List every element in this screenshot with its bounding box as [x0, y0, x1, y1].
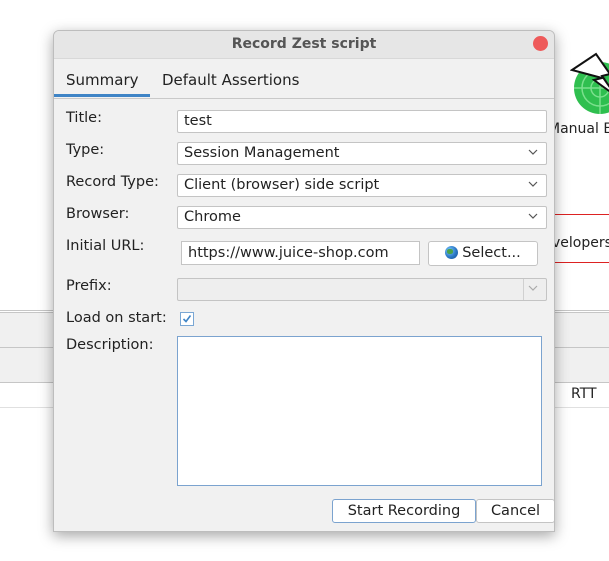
checkmark-icon: [182, 315, 192, 323]
select-url-button[interactable]: Select...: [428, 241, 538, 266]
load-on-start-checkbox[interactable]: [180, 312, 194, 326]
type-label: Type:: [66, 142, 105, 158]
manual-explore-label[interactable]: Manual E: [548, 121, 609, 137]
info-banner-text: velopers: [552, 235, 609, 251]
browser-select-value: Chrome: [184, 209, 241, 225]
chevron-down-icon: [528, 213, 538, 219]
type-select-value: Session Management: [184, 145, 340, 161]
close-button[interactable]: [533, 36, 548, 51]
tab-default-assertions[interactable]: Default Assertions: [162, 71, 299, 89]
load-on-start-label: Load on start:: [66, 310, 167, 326]
chevron-down-icon: [528, 149, 538, 155]
cancel-button[interactable]: Cancel: [476, 499, 554, 523]
description-label: Description:: [66, 337, 154, 353]
title-label: Title:: [66, 110, 102, 126]
start-recording-button[interactable]: Start Recording: [332, 499, 476, 523]
info-banner: velopers: [548, 214, 609, 263]
column-header-rtt[interactable]: RTT: [571, 386, 597, 402]
divider: [523, 279, 524, 300]
tab-summary[interactable]: Summary: [66, 71, 139, 89]
type-select[interactable]: Session Management: [177, 142, 547, 165]
record-zest-script-dialog: Record Zest script Summary Default Asser…: [53, 30, 555, 532]
prefix-label: Prefix:: [66, 278, 112, 294]
description-textarea[interactable]: [177, 336, 542, 486]
record-type-select-value: Client (browser) side script: [184, 177, 380, 193]
record-type-label: Record Type:: [66, 174, 159, 190]
chevron-down-icon: [528, 181, 538, 187]
dialog-titlebar[interactable]: Record Zest script: [54, 31, 554, 59]
initial-url-input[interactable]: https://www.juice-shop.com: [181, 241, 420, 265]
chevron-down-icon: [528, 285, 538, 291]
globe-icon: [445, 246, 459, 259]
tab-bar: Summary Default Assertions: [54, 59, 554, 99]
initial-url-label: Initial URL:: [66, 238, 145, 254]
active-tab-indicator: [54, 94, 150, 97]
browser-label: Browser:: [66, 206, 130, 222]
manual-explore-icon[interactable]: [570, 52, 609, 116]
dialog-title: Record Zest script: [231, 36, 377, 52]
prefix-select[interactable]: [177, 278, 547, 301]
browser-select[interactable]: Chrome: [177, 206, 547, 229]
record-type-select[interactable]: Client (browser) side script: [177, 174, 547, 197]
title-input[interactable]: test: [177, 110, 547, 133]
select-url-button-label: Select...: [462, 245, 521, 261]
